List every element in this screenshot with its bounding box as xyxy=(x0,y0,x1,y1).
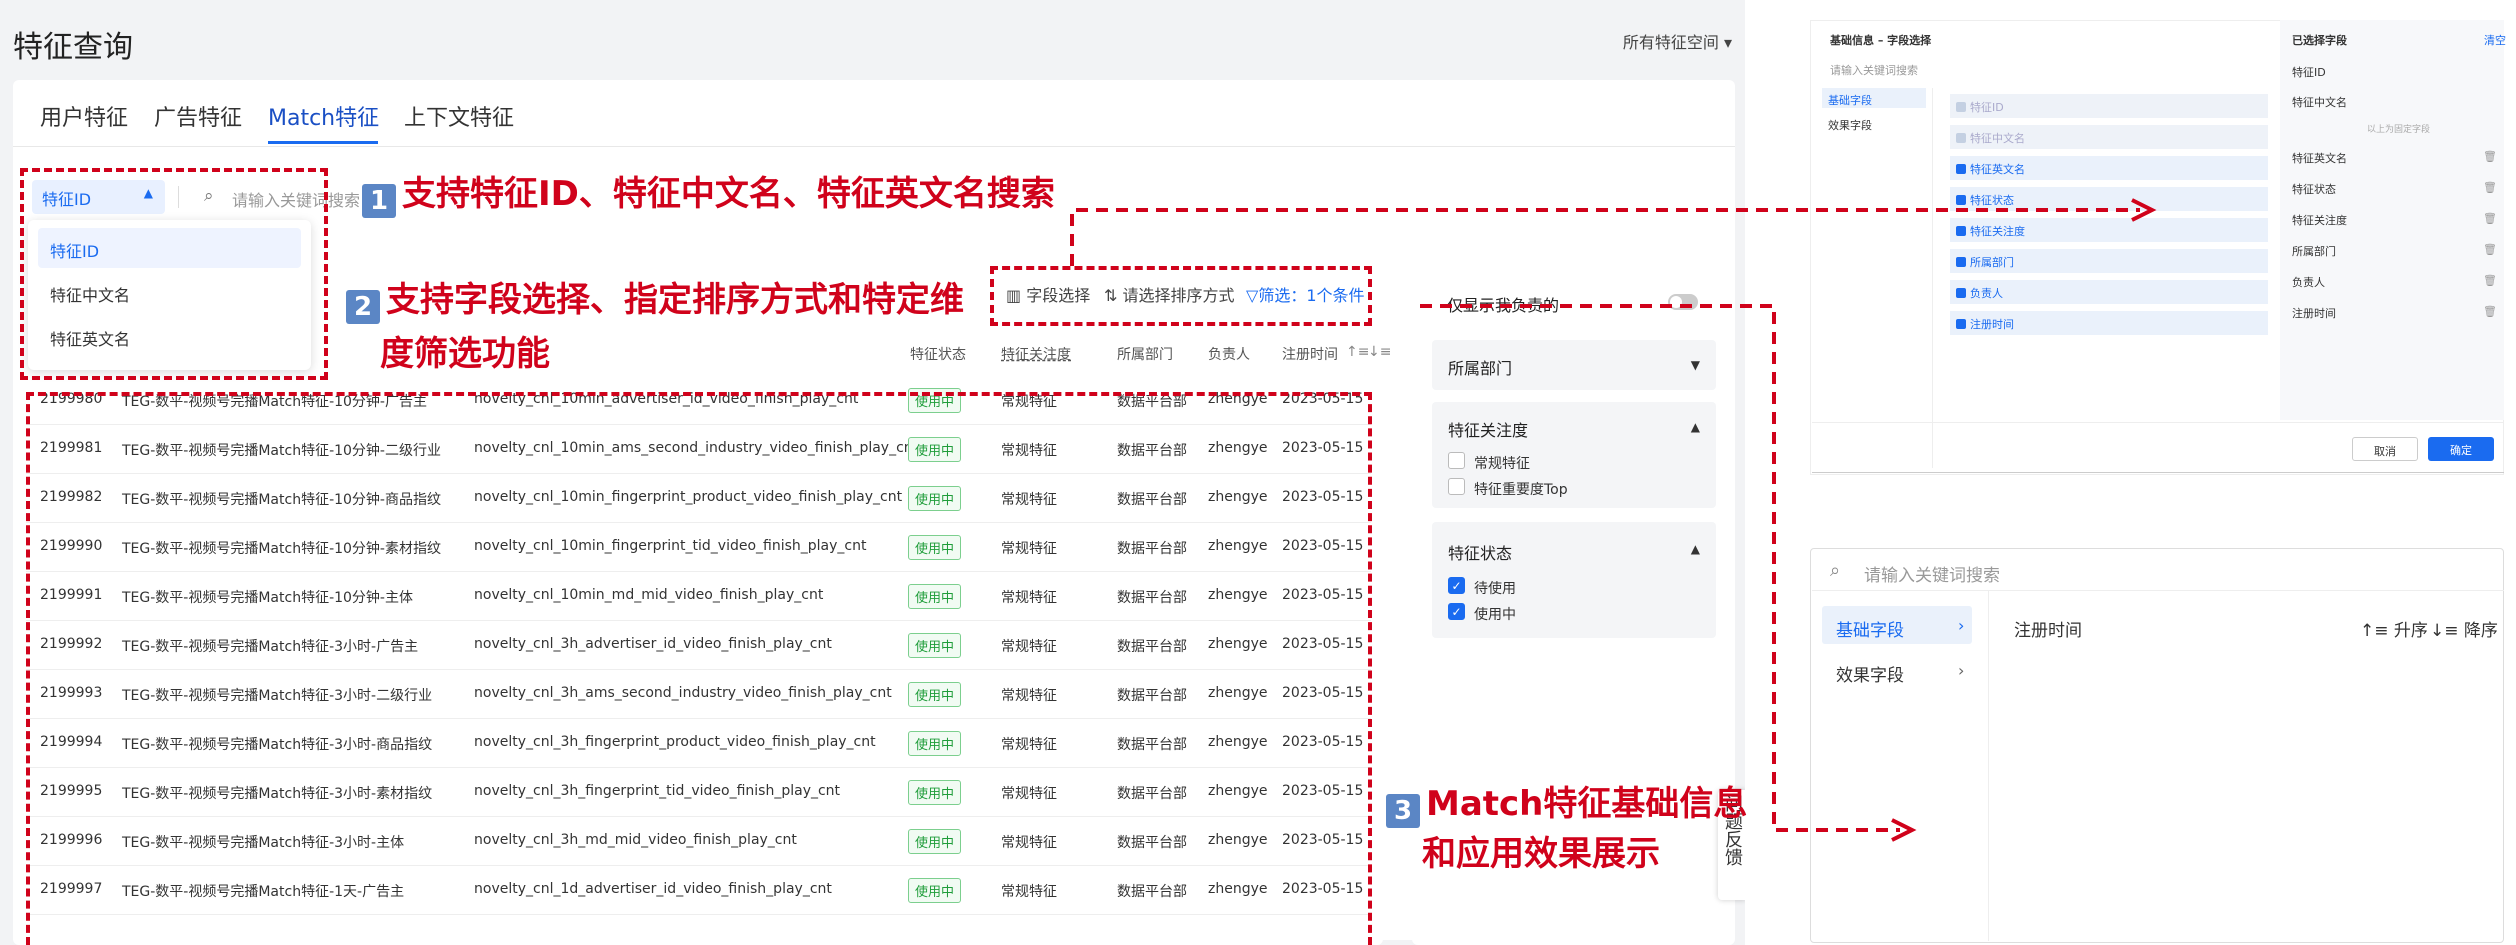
arrow-line-1 xyxy=(1070,208,2140,266)
annotation-2-line1: 2 支持字段选择、指定排序方式和特定维 xyxy=(346,272,964,324)
arrow-head-2 xyxy=(1891,818,1917,842)
annotation-1: 1 支持特征ID、特征中文名、特征英文名搜索 xyxy=(362,166,1055,218)
annotation-3-line2: 和应用效果展示 xyxy=(1422,834,1660,874)
annotation-2-line2: 度筛选功能 xyxy=(380,334,550,374)
arrow-head-1 xyxy=(2131,198,2157,222)
annotation-3-line1: 3 Match特征基础信息 xyxy=(1386,776,1747,828)
arrow-line-2 xyxy=(1420,304,1900,832)
annotation-arrows xyxy=(1070,198,2157,842)
